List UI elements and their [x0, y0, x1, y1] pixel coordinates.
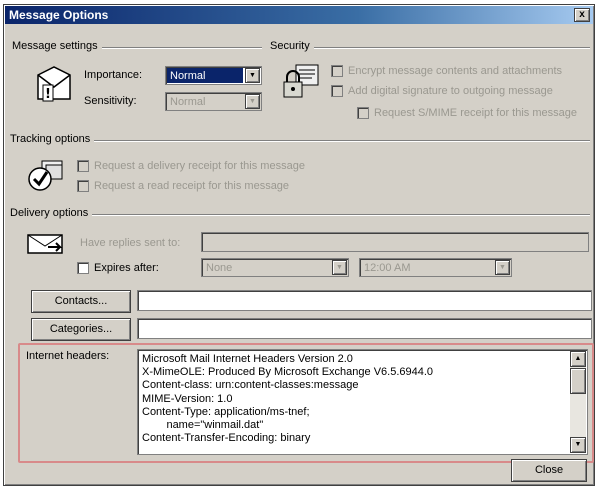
envelope-priority-icon: ! [37, 66, 71, 102]
expires-time-value: 12:00 AM [364, 262, 411, 274]
expires-time-select[interactable]: 12:00 AM ▼ [359, 258, 512, 277]
header-line: Content-Transfer-Encoding: binary [142, 432, 311, 445]
sensitivity-label: Sensitivity: [84, 95, 137, 107]
sensitivity-select[interactable]: Normal ▼ [165, 92, 262, 111]
importance-select[interactable]: Normal ▼ [165, 66, 262, 85]
delivery-envelope-icon [27, 234, 63, 254]
scroll-up-icon[interactable]: ▲ [570, 351, 586, 367]
contacts-input[interactable] [137, 290, 592, 311]
expires-date-select[interactable]: None ▼ [201, 258, 349, 277]
header-line: Microsoft Mail Internet Headers Version … [142, 353, 353, 365]
delivery-group-label: Delivery options [10, 207, 93, 219]
svg-text:!: ! [45, 87, 51, 102]
expires-after-label: Expires after: [94, 262, 159, 274]
header-line: Content-class: urn:content-classes:messa… [142, 379, 359, 392]
importance-value: Normal [167, 68, 243, 83]
categories-input[interactable] [137, 318, 592, 339]
expires-date-value: None [206, 262, 233, 274]
security-group-label: Security [270, 40, 314, 52]
replies-to-input[interactable] [201, 232, 589, 252]
read-receipt-label: Request a read receipt for this message [94, 180, 290, 192]
internet-headers-textarea[interactable]: Microsoft Mail Internet Headers Version … [137, 349, 588, 455]
encrypt-checkbox[interactable] [331, 65, 343, 77]
checkmark-envelope-icon [28, 160, 63, 191]
scroll-down-icon[interactable]: ▼ [570, 437, 586, 453]
title-bar: Message Options x [5, 6, 593, 24]
message-options-dialog: Message Options x Message settings ! Imp… [3, 4, 595, 486]
read-receipt-checkbox[interactable] [77, 180, 89, 192]
tracking-divider [10, 140, 590, 142]
digital-signature-label: Add digital signature to outgoing messag… [348, 85, 553, 97]
window-title: Message Options [9, 8, 109, 22]
lock-key-icon [283, 64, 319, 98]
importance-label: Importance: [84, 69, 143, 81]
chevron-down-icon: ▼ [495, 260, 510, 275]
digital-signature-checkbox[interactable] [331, 85, 343, 97]
security-divider [270, 47, 590, 49]
expires-after-checkbox[interactable] [77, 262, 89, 274]
smime-receipt-checkbox[interactable] [357, 107, 369, 119]
delivery-receipt-checkbox[interactable] [77, 160, 89, 172]
header-line: X-MimeOLE: Produced By Microsoft Exchang… [142, 366, 434, 379]
tracking-group-label: Tracking options [10, 133, 95, 145]
smime-receipt-label: Request S/MIME receipt for this message [374, 107, 577, 119]
headers-text: Microsoft Mail Internet Headers Version … [142, 353, 567, 445]
close-window-button[interactable]: x [574, 8, 590, 22]
chevron-down-icon: ▼ [332, 260, 347, 275]
header-line: name="winmail.dat" [142, 419, 264, 432]
internet-headers-label: Internet headers: [26, 350, 110, 362]
close-button[interactable]: Close [511, 459, 587, 482]
chevron-down-icon: ▼ [245, 68, 260, 83]
sensitivity-value: Normal [170, 96, 206, 108]
headers-scrollbar[interactable]: ▲ ▼ [570, 351, 586, 453]
delivery-divider [10, 214, 590, 216]
replies-to-label: Have replies sent to: [80, 237, 181, 249]
chevron-down-icon: ▼ [245, 94, 260, 109]
header-line: MIME-Version: 1.0 [142, 392, 233, 405]
contacts-button[interactable]: Contacts... [31, 290, 131, 313]
internet-headers-section: Internet headers: Microsoft Mail Interne… [18, 343, 594, 463]
scroll-thumb[interactable] [570, 368, 586, 394]
categories-button[interactable]: Categories... [31, 318, 131, 341]
header-line: Content-Type: application/ms-tnef; [142, 405, 310, 418]
message-settings-group-label: Message settings [12, 40, 102, 52]
delivery-receipt-label: Request a delivery receipt for this mess… [94, 160, 305, 172]
encrypt-label: Encrypt message contents and attachments [348, 65, 563, 77]
close-icon: x [579, 9, 585, 20]
